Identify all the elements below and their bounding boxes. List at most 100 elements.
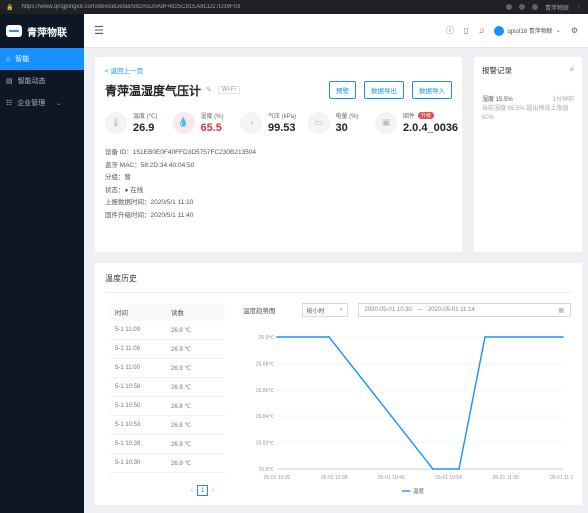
interval-select[interactable]: 按小时 ▾ — [301, 303, 348, 317]
table-row: 5-1 10:30 26.9 ℃ — [109, 454, 225, 473]
x-tick-label: 05-01 11:14 — [550, 475, 573, 481]
import-data-button[interactable]: 数据导入 — [412, 81, 452, 99]
prev-page-icon[interactable]: ‹ — [191, 488, 193, 494]
y-tick-label: 26.84℃ — [256, 414, 275, 420]
row-reading: 26.9 ℃ — [171, 365, 192, 372]
user-menu[interactable]: qpiot18 青萍物联 ⌄ — [494, 25, 561, 36]
chart-title: 温度趋势图 — [243, 308, 276, 315]
history-card: 温度历史 时间 读数 5-1 11:09 26.9 ℃ 5-1 11:08 26.9 … — [95, 263, 582, 505]
y-tick-label: 26.86℃ — [256, 388, 275, 394]
alarm-title: 报警记录 — [482, 66, 512, 75]
alarm-card: 报警记录 × 湿度 15.5% 1分钟前 当前湿度 65.5% 超出预设上限值 … — [474, 57, 582, 252]
alarm-description: 当前湿度 65.5% 超出预设上限值 60% — [482, 106, 569, 121]
data-point — [484, 336, 486, 338]
avatar — [494, 25, 505, 36]
range-separator: — — [416, 307, 423, 313]
extension-icon[interactable] — [531, 4, 538, 10]
row-reading: 26.8 ℃ — [171, 422, 192, 429]
metric-value: 65.5 — [200, 122, 222, 134]
temperature-chart: 26.8℃ 26.82℃ 26.84℃ 26.86℃ 26.88℃ 26.9℃ 05-01 … — [256, 335, 573, 495]
data-point — [562, 336, 564, 338]
row-reading: 26.9 ℃ — [171, 441, 192, 448]
edit-icon[interactable]: ✎ — [206, 86, 212, 94]
help-icon[interactable]: ⓘ — [446, 25, 454, 36]
bell-icon[interactable]: ♫ — [478, 26, 484, 35]
metric-label: 固件 — [403, 114, 416, 120]
alarm-time: 1分钟前 — [552, 97, 574, 103]
browser-menu-icon[interactable]: ⋮ — [576, 4, 582, 11]
extension-icon[interactable] — [518, 4, 525, 10]
grid-icon: ☷ — [6, 100, 13, 107]
alert-button[interactable]: 预警 — [329, 81, 356, 99]
back-link[interactable]: < 返回上一页 — [105, 65, 452, 75]
sidebar: 青萍物联 ⌂ 智能 ▤ 智能动态 ☷ 企业管理 ⌄ — [0, 14, 84, 513]
address-bar[interactable]: https://www.qingpingiot.com/deviceDetail… — [21, 4, 251, 10]
x-tick-label: 05-01 10:30 — [264, 475, 291, 481]
sidebar-item-enterprise[interactable]: ☷ 企业管理 ⌄ — [0, 92, 84, 114]
metric-battery: ▭ 电量 (%) 30 — [307, 111, 372, 134]
metric-value: 30 — [335, 122, 348, 134]
data-point — [432, 468, 434, 470]
metric-temperature: 🌡 温度 (℃) 26.9 — [105, 111, 169, 134]
extension-icon[interactable] — [505, 4, 512, 10]
metric-pressure: ◔ 气压 (kPa) 99.53 — [240, 111, 304, 134]
export-data-button[interactable]: 数据导出 — [364, 81, 404, 99]
y-tick-label: 26.82℃ — [256, 441, 275, 447]
close-icon[interactable]: × — [569, 65, 574, 74]
top-bar: ☰ ⓘ ▯ ♫ qpiot18 青萍物联 ⌄ ⚙ — [84, 14, 588, 48]
x-tick-label: 05-01 11:06 — [493, 475, 520, 481]
row-time: 5-1 10:50 — [115, 403, 141, 409]
legend-label: 温度 — [413, 487, 425, 495]
table-header: 时间 读数 — [109, 303, 225, 321]
device-group: 分组：暂 — [105, 174, 131, 181]
metric-firmware: ▣ 固件 升级 2.0.4_0036 — [375, 111, 458, 134]
range-start: 2020-05-01 10:30 — [364, 307, 412, 313]
brand-logo-icon — [6, 25, 22, 37]
row-reading: 26.8 ℃ — [171, 403, 192, 410]
metric-value: 99.53 — [268, 122, 296, 134]
table-row: 5-1 11:08 26.9 ℃ — [109, 340, 225, 359]
row-reading: 26.9 ℃ — [171, 346, 192, 353]
device-card: < 返回上一页 青萍温湿度气压计 ✎ Wi-Fi 预警 数据导出 数据导入 🌡 … — [95, 57, 462, 252]
gauge-icon: ◔ — [240, 111, 262, 134]
brand-name: 青萍物联 — [27, 27, 67, 39]
browser-profile[interactable]: 青萍物联 — [545, 3, 569, 12]
chevron-down-icon: ⌄ — [555, 28, 561, 34]
metric-value: 26.9 — [133, 122, 155, 134]
battery-icon: ▭ — [307, 111, 330, 134]
data-point — [276, 336, 278, 338]
data-point — [458, 468, 460, 470]
range-end: 2020-05-01 11:14 — [427, 307, 475, 313]
user-name: qpiot18 青萍物联 — [507, 29, 553, 35]
alarm-item[interactable]: 湿度 15.5% 1分钟前 — [482, 94, 574, 103]
upgrade-badge[interactable]: 升级 — [418, 112, 435, 119]
x-tick-label: 05-01 10:38 — [321, 475, 348, 481]
page-number[interactable]: 1 — [197, 485, 208, 496]
table-row: 5-1 10:50 26.8 ℃ — [109, 397, 225, 416]
next-page-icon[interactable]: › — [212, 488, 214, 494]
document-icon[interactable]: ▯ — [464, 26, 468, 35]
brand: 青萍物联 — [0, 14, 84, 48]
date-range-picker[interactable]: 2020-05-01 10:30 — 2020-05-01 11:14 ▦ — [357, 303, 571, 317]
interval-value: 按小时 — [306, 308, 325, 315]
thermometer-icon: 🌡 — [105, 111, 127, 134]
chevron-down-icon: ▾ — [339, 307, 343, 313]
menu-toggle-icon[interactable]: ☰ — [94, 24, 104, 37]
sidebar-item-dynamics[interactable]: ▤ 智能动态 — [0, 70, 84, 92]
history-title: 温度历史 — [105, 273, 572, 293]
row-reading: 26.9 ℃ — [171, 460, 192, 467]
device-id: 设备 ID：151EB0E0F40FFD3D5757FC230B213504 — [105, 149, 257, 156]
table-row: 5-1 10:53 26.8 ℃ — [109, 416, 225, 435]
sidebar-item-label: 智能动态 — [17, 78, 46, 85]
metric-label: 气压 (kPa) — [268, 114, 297, 120]
row-reading: 26.9 ℃ — [171, 384, 192, 391]
droplet-icon: 💧 — [172, 111, 195, 134]
row-reading: 26.9 ℃ — [171, 327, 192, 334]
chip-icon: ▣ — [375, 111, 397, 134]
pagination: ‹ 1 › — [191, 485, 214, 496]
y-tick-label: 26.9℃ — [259, 335, 275, 341]
settings-icon[interactable]: ⚙ — [571, 26, 578, 35]
metric-label: 电量 (%) — [335, 114, 359, 120]
lock-icon: 🔒 — [6, 4, 14, 11]
sidebar-item-home[interactable]: ⌂ 智能 — [0, 48, 84, 70]
